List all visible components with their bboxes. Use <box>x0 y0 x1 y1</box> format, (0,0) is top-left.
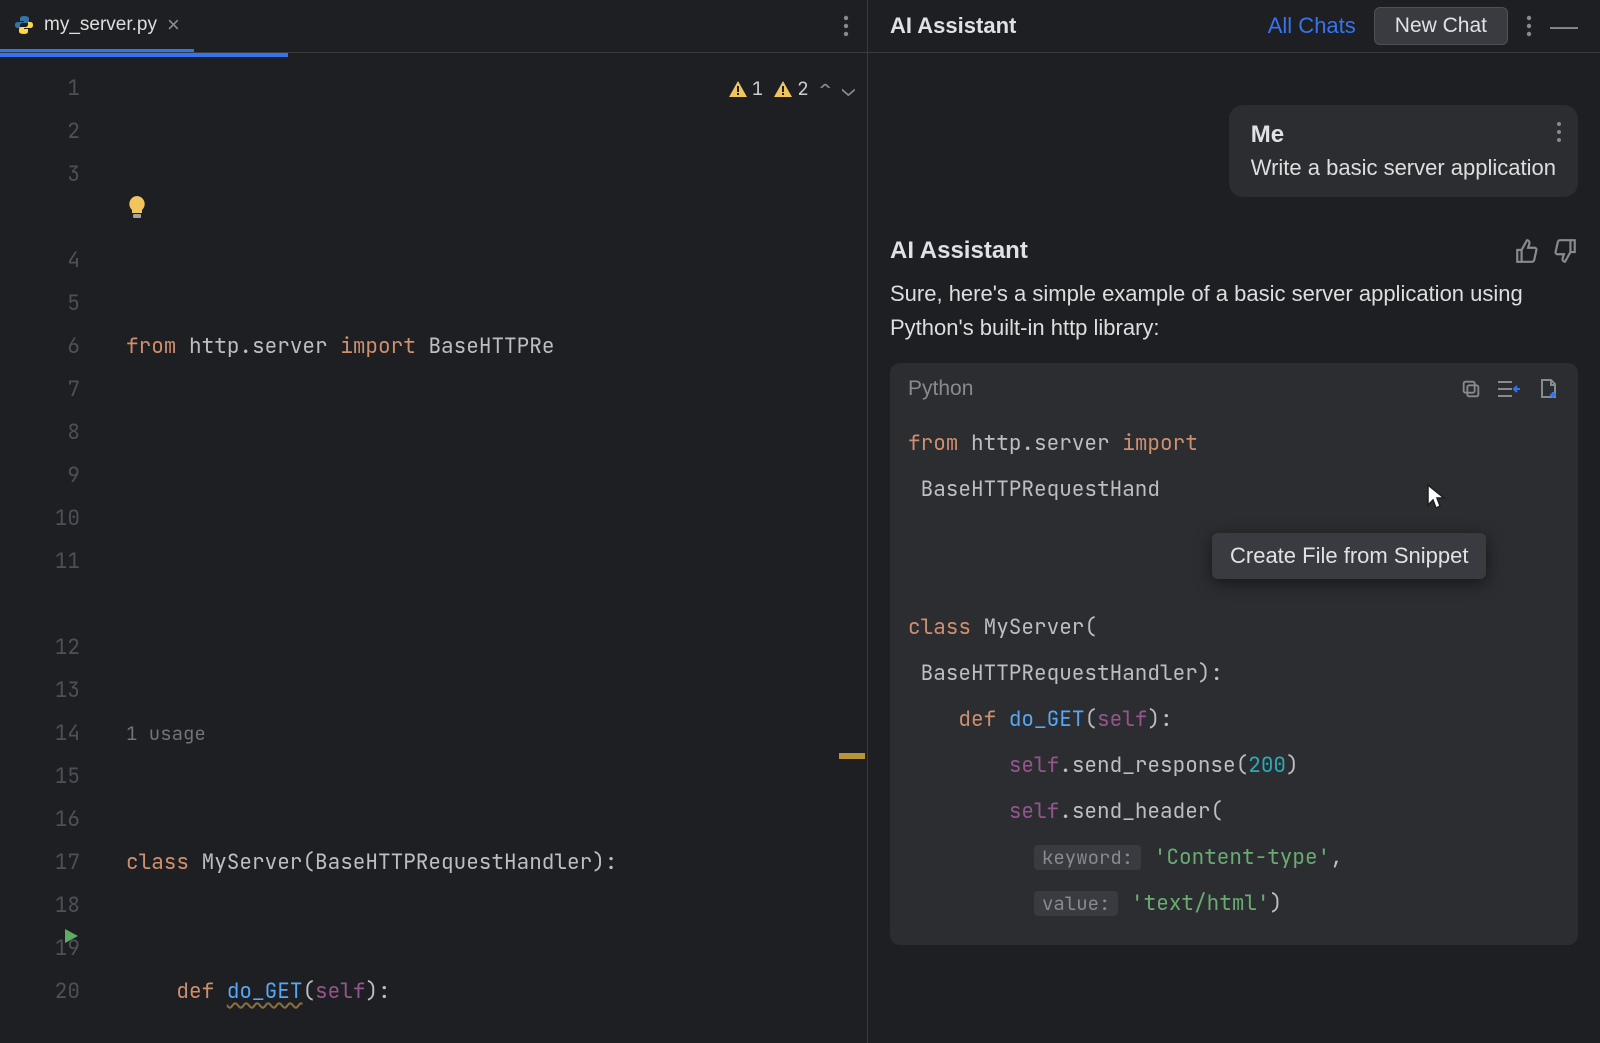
editor-pane: my_server.py × 1 2 3 4 5 6 7 8 9 10 11 <box>0 0 868 1043</box>
user-message-text: Write a basic server application <box>1251 155 1556 181</box>
line-number: 15 <box>0 755 80 798</box>
line-number: 10 <box>0 497 80 540</box>
message-menu-icon[interactable] <box>1556 121 1562 143</box>
code-area[interactable]: 1 2 ⌃ ⌄ from http.server import BaseHTTP… <box>108 57 867 1043</box>
user-label: Me <box>1251 121 1556 149</box>
line-number: 11 <box>0 540 80 583</box>
line-number: 13 <box>0 669 80 712</box>
next-highlight-icon[interactable]: ⌄ <box>842 67 855 110</box>
lightbulb-icon[interactable] <box>126 109 252 307</box>
ai-chat-body: Me Write a basic server application AI A… <box>868 53 1600 1043</box>
user-message: Me Write a basic server application <box>1229 105 1578 197</box>
minimize-icon[interactable]: — <box>1550 10 1578 42</box>
editor-tab[interactable]: my_server.py × <box>0 0 194 52</box>
warning-count: 2 <box>797 67 808 110</box>
insert-at-caret-icon[interactable] <box>1496 378 1522 400</box>
editor-tab-bar: my_server.py × <box>0 0 867 53</box>
line-number <box>0 583 80 626</box>
tab-bar-menu-icon[interactable] <box>843 14 849 38</box>
line-number: 5 <box>0 282 80 325</box>
prev-highlight-icon[interactable]: ⌃ <box>819 67 832 110</box>
line-number: 4 <box>0 239 80 282</box>
line-number: 20 <box>0 970 80 1013</box>
line-number: 9 <box>0 454 80 497</box>
usage-hint[interactable]: 1 usage <box>126 712 867 755</box>
code-snippet-body[interactable]: from http.server import BaseHTTPRequestH… <box>890 415 1578 945</box>
line-number: 7 <box>0 368 80 411</box>
create-file-from-snippet-icon[interactable] <box>1536 377 1560 401</box>
line-number: 16 <box>0 798 80 841</box>
warning-badge[interactable]: 1 <box>728 67 763 110</box>
line-number <box>0 196 80 239</box>
all-chats-link[interactable]: All Chats <box>1268 13 1356 39</box>
editor-body[interactable]: 1 2 3 4 5 6 7 8 9 10 11 12 13 14 15 16 1… <box>0 57 867 1043</box>
tab-filename: my_server.py <box>44 14 157 36</box>
code-snippet-toolbar: Python <box>890 363 1578 415</box>
ai-menu-icon[interactable] <box>1526 14 1532 38</box>
line-number: 2 <box>0 110 80 153</box>
tab-close-icon[interactable]: × <box>167 12 180 38</box>
line-number: 17 <box>0 841 80 884</box>
line-number: 8 <box>0 411 80 454</box>
assistant-label: AI Assistant <box>890 237 1502 265</box>
new-chat-button[interactable]: New Chat <box>1374 7 1508 45</box>
code-language-label: Python <box>908 377 1446 401</box>
thumbs-down-icon[interactable] <box>1552 238 1578 264</box>
thumbs-up-icon[interactable] <box>1514 238 1540 264</box>
copy-icon[interactable] <box>1460 378 1482 400</box>
line-number: 12 <box>0 626 80 669</box>
tooltip: Create File from Snippet <box>1212 533 1486 579</box>
code-snippet: Python from http.server import BaseHTTPR… <box>890 363 1578 945</box>
warning-count: 1 <box>752 67 763 110</box>
assistant-message-text: Sure, here's a simple example of a basic… <box>890 277 1578 345</box>
ai-assistant-title: AI Assistant <box>890 13 1016 39</box>
scrollbar-mark <box>839 753 865 759</box>
run-gutter-icon[interactable] <box>62 927 80 945</box>
line-number: 14 <box>0 712 80 755</box>
editor-gutter: 1 2 3 4 5 6 7 8 9 10 11 12 13 14 15 16 1… <box>0 57 108 1043</box>
line-number: 19 <box>0 927 80 970</box>
ai-assistant-pane: AI Assistant All Chats New Chat — Me Wri… <box>868 0 1600 1043</box>
ai-assistant-header: AI Assistant All Chats New Chat — <box>868 0 1600 53</box>
inlay-hint: keyword: <box>1034 845 1141 870</box>
line-number: 3 <box>0 153 80 196</box>
line-number: 1 <box>0 67 80 110</box>
line-number: 18 <box>0 884 80 927</box>
line-number: 6 <box>0 325 80 368</box>
warning-badge[interactable]: 2 <box>773 67 808 110</box>
inlay-hint: value: <box>1034 891 1118 916</box>
editor-inspection-widgets: 1 2 ⌃ ⌄ <box>728 67 855 110</box>
python-file-icon <box>14 15 34 35</box>
mouse-cursor-icon <box>1426 483 1448 511</box>
